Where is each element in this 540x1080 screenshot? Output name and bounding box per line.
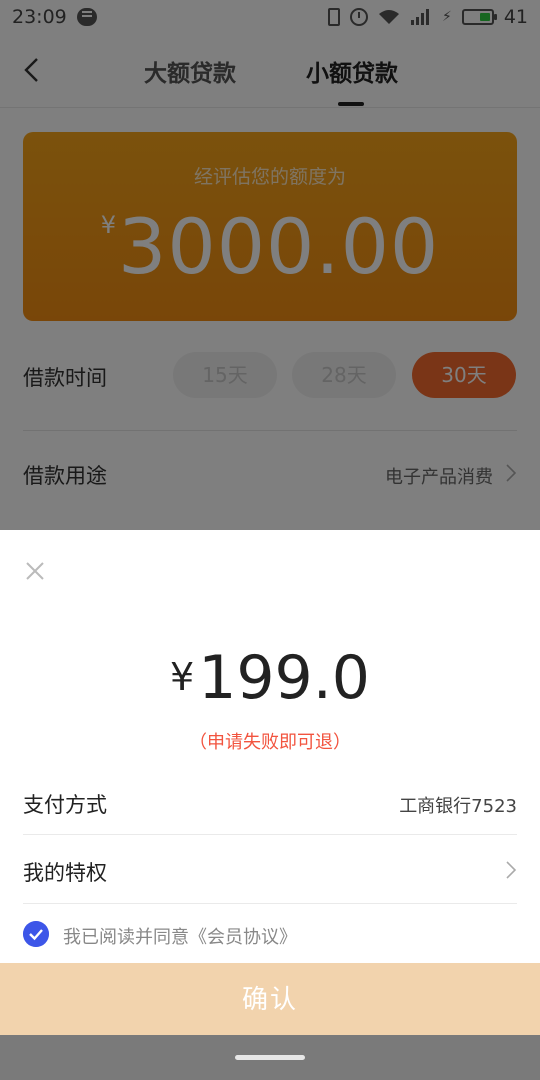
payment-sheet: ¥199.0 （申请失败即可退） 支付方式 工商银行7523 我的特权 我已阅读… xyxy=(0,530,540,1035)
payment-method-label: 支付方式 xyxy=(23,793,107,817)
home-indicator[interactable] xyxy=(235,1055,305,1060)
payment-method-value[interactable]: 工商银行7523 xyxy=(399,792,517,818)
agreement-text[interactable]: 我已阅读并同意《会员协议》 xyxy=(63,923,297,949)
refund-note: （申请失败即可退） xyxy=(189,732,351,753)
payment-amount: ¥199.0 xyxy=(0,643,540,713)
privilege-label[interactable]: 我的特权 xyxy=(23,857,107,887)
close-icon[interactable] xyxy=(24,560,46,582)
chevron-right-icon[interactable] xyxy=(505,860,517,880)
modal-overlay[interactable] xyxy=(0,0,540,530)
payment-amount-value: 199.0 xyxy=(198,643,370,713)
confirm-button[interactable]: 确认 xyxy=(0,963,540,1035)
payment-currency-symbol: ¥ xyxy=(170,655,195,699)
navigation-bar xyxy=(0,1035,540,1080)
divider xyxy=(23,903,517,904)
divider xyxy=(23,834,517,835)
agreement-checkbox[interactable] xyxy=(23,921,49,947)
